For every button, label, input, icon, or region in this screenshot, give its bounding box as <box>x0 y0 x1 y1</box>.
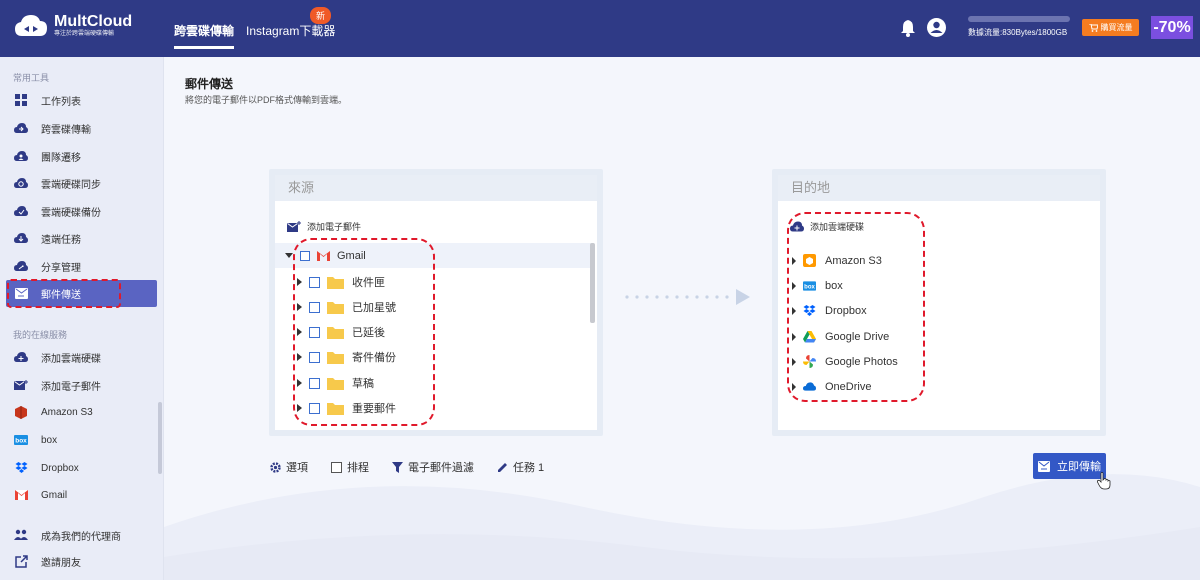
sidebar-item-box[interactable]: box box <box>6 427 157 453</box>
section-tools-title: 常用工具 <box>13 73 50 83</box>
svg-text:box: box <box>15 438 27 445</box>
cloud-backup-icon <box>14 204 28 218</box>
sidebar-item-label: 遠端任務 <box>41 234 81 246</box>
sidebar-item-remote-task[interactable]: 遠端任務 <box>6 225 157 251</box>
logo-tagline: 專注於跨雲端硬碟傳輸 <box>54 31 115 37</box>
grid-icon <box>14 93 28 107</box>
email-filter-label: 電子郵件過濾 <box>408 462 474 474</box>
gear-icon <box>269 461 281 473</box>
hand-cursor-icon <box>1097 472 1111 490</box>
add-email-button[interactable]: 添加電子郵件 <box>287 220 361 233</box>
task-name-button[interactable]: 任務 1 <box>496 459 544 475</box>
traffic-text: 數據流量:830Bytes/1800GB <box>968 28 1068 37</box>
sidebar-item-cloud-backup[interactable]: 雲端硬碟備份 <box>6 198 157 224</box>
transfer-now-label: 立即傳輸 <box>1057 461 1101 473</box>
destination-header: 目的地 <box>778 175 1100 201</box>
sidebar-item-gmail[interactable]: Gmail <box>6 482 157 508</box>
page-subtitle: 將您的電子郵件以PDF格式傳輸到雲端。 <box>185 95 348 105</box>
sidebar-item-add-cloud[interactable]: 添加雲端硬碟 <box>6 344 157 370</box>
sidebar-item-label: 工作列表 <box>41 96 81 108</box>
options-button[interactable]: 選項 <box>269 459 308 475</box>
sidebar-item-label: Dropbox <box>41 462 79 474</box>
tab-instagram-downloader[interactable]: Instagram下載器 <box>246 22 335 39</box>
invite-icon <box>14 554 28 568</box>
sidebar-item-label: 邀請朋友 <box>41 557 81 569</box>
email-transfer-icon <box>1038 460 1050 472</box>
cloud-team-icon <box>14 149 28 163</box>
highlight-email-transfer <box>7 279 121 308</box>
sidebar-item-label: 分享管理 <box>41 262 81 274</box>
traffic-bar <box>968 16 1070 22</box>
gmail-icon <box>14 488 28 502</box>
user-icon[interactable] <box>927 18 946 37</box>
bell-icon[interactable] <box>900 19 916 37</box>
expand-caret-icon[interactable] <box>285 253 293 258</box>
sidebar-item-label: box <box>41 434 58 446</box>
schedule-label: 排程 <box>347 462 369 474</box>
sidebar-item-label: 團隊遷移 <box>41 152 81 164</box>
logo-cloud-icon <box>15 15 47 36</box>
page-title: 郵件傳送 <box>185 77 234 91</box>
sidebar-item-label: 成為我們的代理商 <box>41 531 121 543</box>
traffic-meter: 數據流量:830Bytes/1800GB <box>968 16 1070 38</box>
highlight-source-folders <box>293 238 435 426</box>
sidebar-item-label: Gmail <box>41 489 68 501</box>
sidebar-item-label: 添加雲端硬碟 <box>41 353 101 365</box>
cloud-share-icon <box>14 259 28 273</box>
sidebar-item-team-migration[interactable]: 團隊遷移 <box>6 143 157 169</box>
sidebar: 常用工具 工作列表 跨雲碟傳輸 團隊遷移 雲端硬碟同步 雲端硬碟備份 遠端任務 … <box>0 57 164 580</box>
source-header: 來源 <box>275 175 597 201</box>
source-scrollbar[interactable] <box>590 243 595 323</box>
pencil-icon <box>496 461 508 473</box>
highlight-destination-clouds <box>787 212 925 402</box>
top-bar: MultCloud 專注於跨雲端硬碟傳輸 跨雲碟傳輸 Instagram下載器 … <box>0 0 1200 57</box>
new-badge: 新 <box>310 7 332 24</box>
sidebar-item-add-email[interactable]: 添加電子郵件 <box>6 372 157 398</box>
logo-title: MultCloud <box>54 13 133 30</box>
sidebar-item-share-management[interactable]: 分享管理 <box>6 253 157 279</box>
buy-traffic-button[interactable]: 購買流量 <box>1082 19 1139 36</box>
sidebar-item-become-partner[interactable]: 成為我們的代理商 <box>6 522 157 548</box>
sidebar-item-label: 雲端硬碟備份 <box>41 207 101 219</box>
filter-icon <box>391 461 403 473</box>
sidebar-item-amazon-s3[interactable]: Amazon S3 <box>6 399 157 425</box>
cloud-download-icon <box>14 231 28 245</box>
buy-traffic-label: 購買流量 <box>1100 23 1133 32</box>
logo[interactable]: MultCloud 專注於跨雲端硬碟傳輸 <box>14 14 132 38</box>
sidebar-item-label: 跨雲碟傳輸 <box>41 124 91 136</box>
sidebar-item-cloud-transfer[interactable]: 跨雲碟傳輸 <box>6 115 157 141</box>
sidebar-item-task-list[interactable]: 工作列表 <box>6 87 157 113</box>
sidebar-item-dropbox[interactable]: Dropbox <box>6 455 157 481</box>
email-filter-button[interactable]: 電子郵件過濾 <box>391 459 474 475</box>
dropbox-icon <box>14 461 28 475</box>
task-name-label: 任務 1 <box>513 462 545 474</box>
section-services-title: 我的在線服務 <box>13 330 68 340</box>
sidebar-item-cloud-sync[interactable]: 雲端硬碟同步 <box>6 170 157 196</box>
cloud-sync-icon <box>14 176 28 190</box>
tab-cloud-transfer[interactable]: 跨雲碟傳輸 <box>174 22 235 49</box>
add-cloud-icon <box>14 350 28 364</box>
options-label: 選項 <box>286 462 308 474</box>
transfer-now-button[interactable]: 立即傳輸 <box>1033 453 1106 479</box>
sidebar-item-label: Amazon S3 <box>41 406 93 418</box>
add-email-icon <box>287 220 301 232</box>
amazon-s3-icon <box>14 405 28 419</box>
sidebar-item-label: 添加電子郵件 <box>41 381 101 393</box>
box-icon: box <box>14 433 28 447</box>
sidebar-scrollbar[interactable] <box>158 402 162 474</box>
main-content: 郵件傳送 將您的電子郵件以PDF格式傳輸到雲端。 來源 添加電子郵件 Gmail… <box>164 57 1200 580</box>
schedule-button[interactable]: 排程 <box>330 459 369 475</box>
add-email-icon <box>14 378 28 392</box>
options-bar: 選項 排程 電子郵件過濾 任務 1 <box>269 459 566 475</box>
add-email-label: 添加電子郵件 <box>307 222 362 232</box>
cart-icon <box>1088 23 1098 32</box>
schedule-checkbox-icon <box>330 461 342 473</box>
sidebar-item-invite-friends[interactable]: 邀請朋友 <box>6 548 157 574</box>
transfer-arrow-icon <box>625 289 750 305</box>
discount-badge[interactable]: -70% <box>1151 16 1193 39</box>
sidebar-item-label: 雲端硬碟同步 <box>41 179 101 191</box>
partner-icon <box>14 528 28 542</box>
cloud-transfer-icon <box>14 121 28 135</box>
